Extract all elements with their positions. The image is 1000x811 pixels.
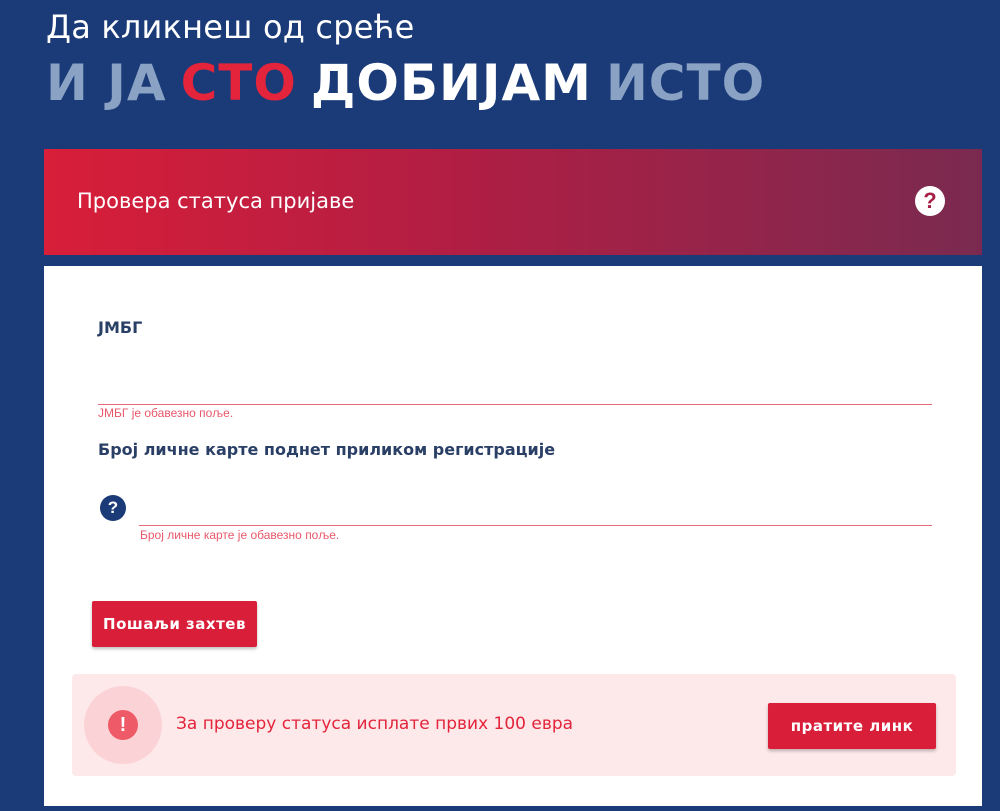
info-icon-ring: ! <box>84 686 162 764</box>
hero-title: И ЈА СТО ДОБИЈАМ ИСТО <box>46 54 779 112</box>
submit-button[interactable]: Пошаљи захтев <box>92 601 257 647</box>
hero-title-word-2: СТО <box>180 54 297 112</box>
id-card-error: Број личне карте је обавезно поље. <box>140 528 340 542</box>
id-card-label: Број личне карте поднет приликом регистр… <box>98 440 556 459</box>
hero-title-word-4: ИСТО <box>605 54 766 112</box>
jmbg-input[interactable] <box>98 368 932 405</box>
jmbg-label: ЈМБГ <box>98 318 143 337</box>
info-text: За проверу статуса исплате првих 100 евр… <box>176 714 574 734</box>
info-banner: ! За проверу статуса исплате првих 100 е… <box>72 674 956 776</box>
hero-title-word-3: ДОБИЈАМ <box>310 54 592 112</box>
follow-link-button[interactable]: пратите линк <box>768 703 936 749</box>
card-header: Провера статуса пријаве ? <box>44 149 982 255</box>
id-card-input[interactable] <box>139 489 932 526</box>
card-title: Провера статуса пријаве <box>77 189 355 213</box>
jmbg-error: ЈМБГ је обавезно поље. <box>98 406 234 420</box>
hero-subtitle: Да кликнеш од среће <box>46 8 415 46</box>
hero-title-word-1: И ЈА <box>46 54 167 112</box>
status-check-form: ЈМБГ ЈМБГ је обавезно поље. Број личне к… <box>44 266 982 806</box>
help-icon[interactable]: ? <box>915 186 945 216</box>
id-card-help-icon[interactable]: ? <box>100 495 126 521</box>
alert-icon: ! <box>108 710 138 740</box>
